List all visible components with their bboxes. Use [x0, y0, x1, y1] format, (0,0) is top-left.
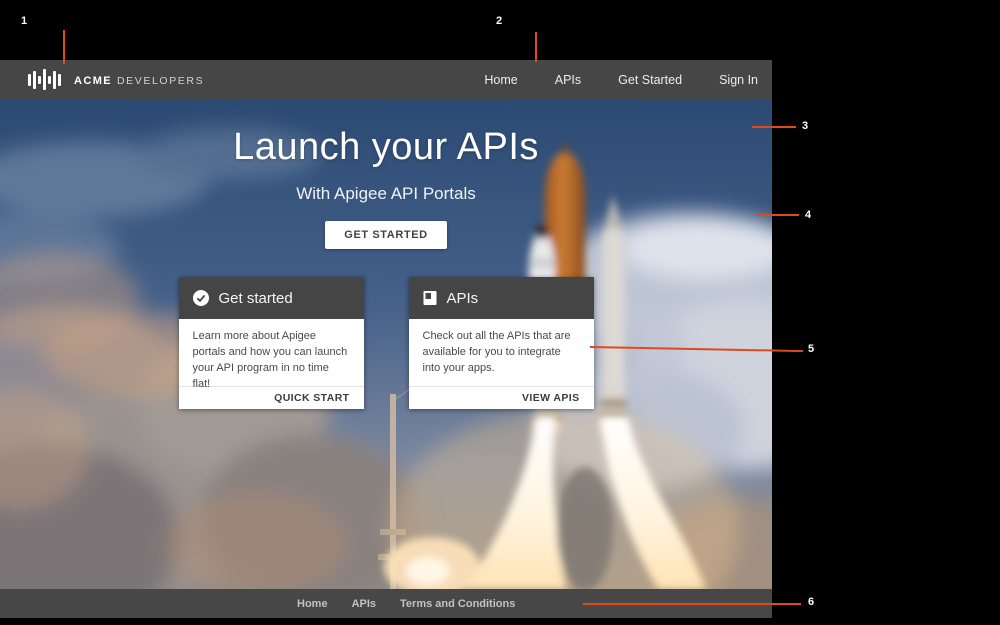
portal-page: ACME DEVELOPERS Home APIs Get Started Sig… [0, 60, 772, 618]
quick-start-button[interactable]: QUICK START [274, 392, 349, 404]
apis-card-header: APIs [409, 277, 594, 319]
nav-item-get-started[interactable]: Get Started [618, 73, 682, 87]
hero-cards-row: Get started Learn more about Apigee port… [0, 277, 772, 409]
logo-equalizer-icon [28, 69, 61, 90]
hero-content: Launch your APIs With Apigee API Portals… [0, 99, 772, 249]
logo-suffix: DEVELOPERS [117, 75, 204, 87]
callout-line-2 [535, 32, 537, 62]
callout-number-6: 6 [808, 596, 814, 608]
callout-number-1: 1 [21, 15, 27, 27]
site-logo[interactable]: ACME DEVELOPERS [28, 69, 204, 90]
callout-number-2: 2 [496, 15, 502, 27]
hero-title: Launch your APIs [0, 126, 772, 169]
top-navbar: ACME DEVELOPERS Home APIs Get Started Sig… [0, 60, 772, 99]
view-apis-button[interactable]: VIEW APIS [522, 392, 579, 404]
card-footer: VIEW APIS [409, 386, 594, 409]
callout-line-1 [63, 30, 65, 64]
apis-card: APIs Check out all the APIs that are ava… [409, 277, 594, 409]
callout-line-6 [583, 603, 801, 605]
footer-link-apis[interactable]: APIs [352, 598, 376, 610]
logo-name: ACME [74, 75, 112, 87]
footer-link-terms[interactable]: Terms and Conditions [400, 598, 515, 610]
nav-item-apis[interactable]: APIs [555, 73, 581, 87]
card-body-text: Learn more about Apigee portals and how … [179, 319, 364, 386]
book-icon [423, 290, 437, 306]
get-started-card: Get started Learn more about Apigee port… [179, 277, 364, 409]
check-circle-icon [193, 290, 209, 306]
hero-subtitle: With Apigee API Portals [0, 184, 772, 204]
footer-link-home[interactable]: Home [297, 598, 328, 610]
get-started-card-header: Get started [179, 277, 364, 319]
callout-number-5: 5 [808, 343, 814, 355]
hero-section: Launch your APIs With Apigee API Portals… [0, 99, 772, 589]
nav-item-sign-in[interactable]: Sign In [719, 73, 758, 87]
screenshot-canvas: ACME DEVELOPERS Home APIs Get Started Sig… [0, 0, 1000, 625]
card-body-text: Check out all the APIs that are availabl… [409, 319, 594, 386]
get-started-button[interactable]: GET STARTED [325, 221, 446, 249]
main-nav: Home APIs Get Started Sign In [484, 73, 758, 87]
callout-line-4 [757, 214, 799, 216]
nav-item-home[interactable]: Home [484, 73, 517, 87]
callout-line-3 [752, 126, 796, 128]
callout-number-4: 4 [805, 209, 811, 221]
callout-number-3: 3 [802, 120, 808, 132]
card-title: APIs [447, 290, 479, 307]
card-title: Get started [219, 290, 293, 307]
